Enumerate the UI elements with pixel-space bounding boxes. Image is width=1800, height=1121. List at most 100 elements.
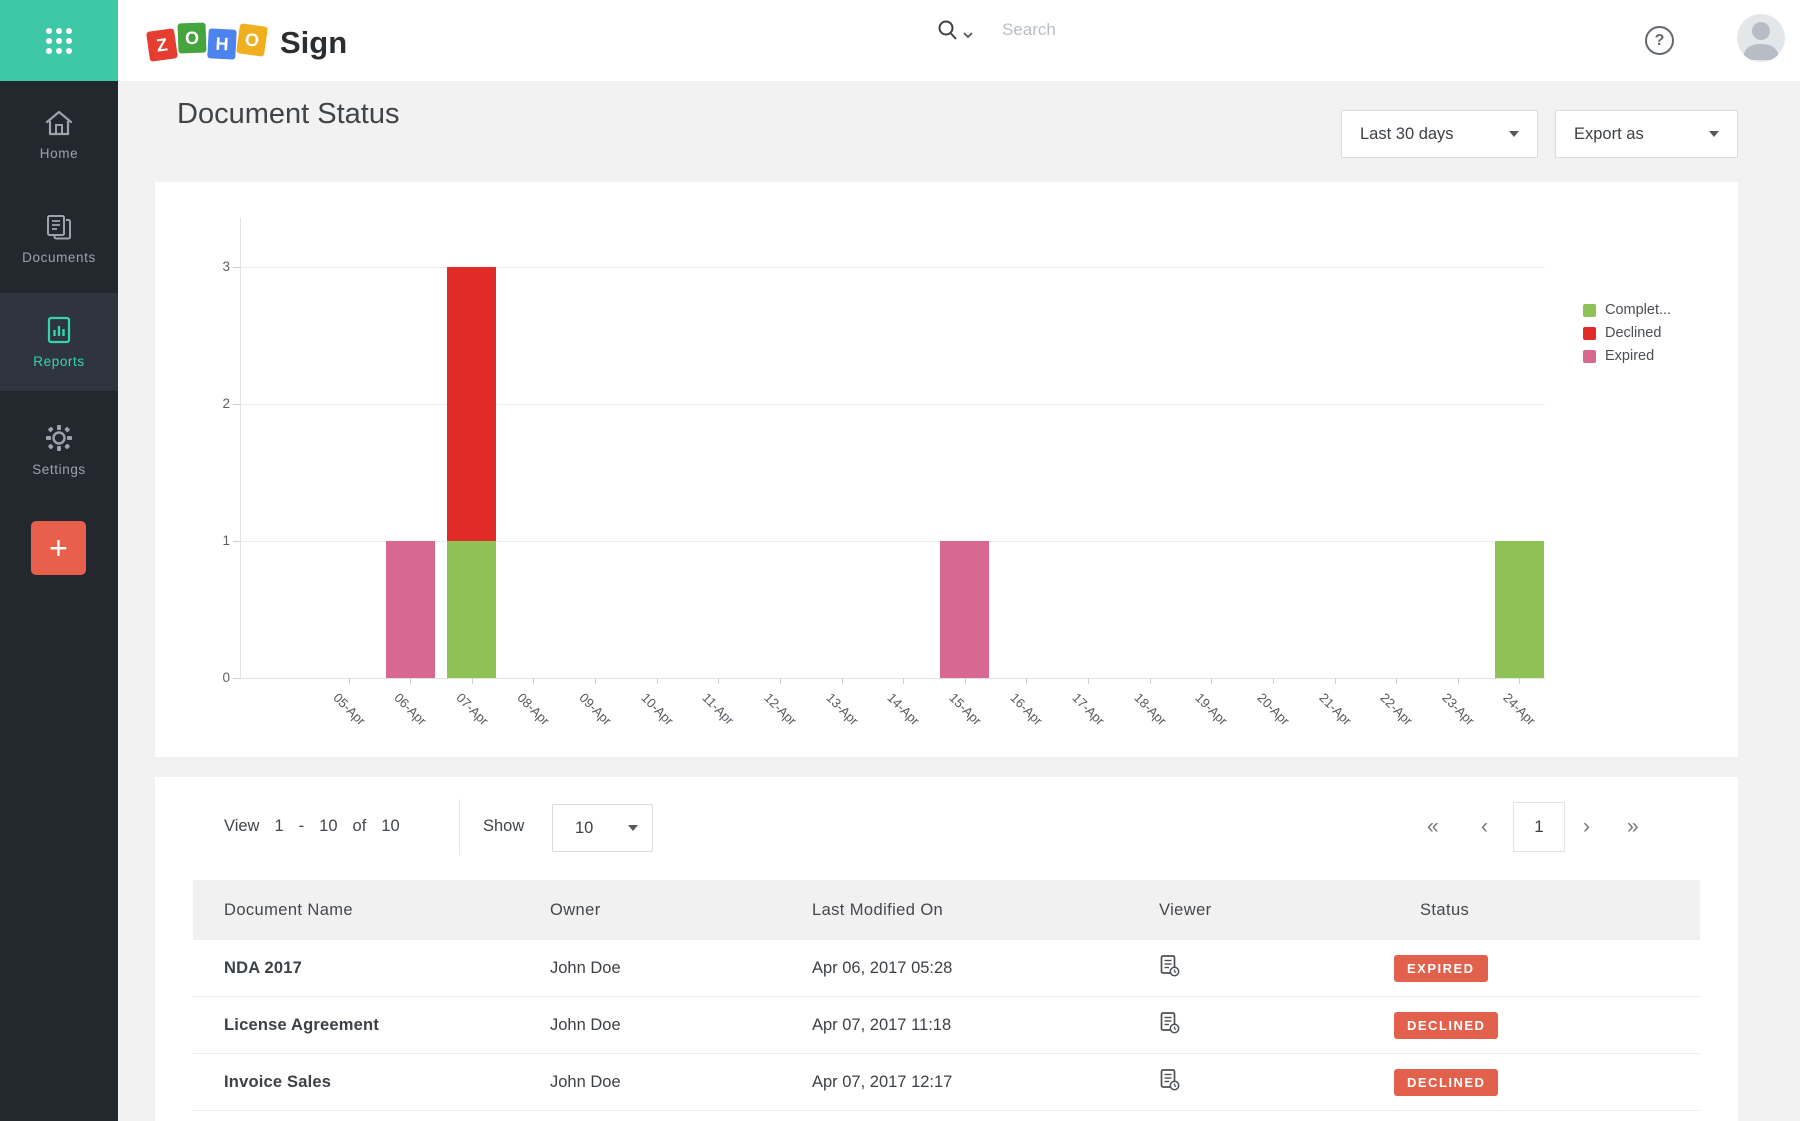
sidebar-item-settings[interactable]: Settings [0, 409, 118, 491]
x-axis-tick [1519, 678, 1520, 684]
view-from: 1 [274, 817, 283, 836]
sidebar-item-reports[interactable]: Reports [0, 293, 118, 391]
show-label: Show [483, 817, 524, 836]
last-modified-cell: Apr 06, 2017 05:28 [812, 959, 1159, 978]
pagination-bar: View 1 - 10 of 10 Show 10 « ‹ 1 › » [155, 777, 1738, 877]
viewer-icon[interactable] [1159, 1011, 1181, 1035]
user-avatar[interactable] [1737, 14, 1785, 62]
search-scope-chevron-icon[interactable] [962, 31, 974, 39]
x-axis-tick [349, 678, 350, 684]
app-launcher-button[interactable] [0, 0, 118, 81]
previous-page-button[interactable]: ‹ [1481, 807, 1488, 847]
legend-label: Complet... [1605, 302, 1671, 318]
logo-tile-z: Z [146, 28, 178, 62]
x-axis-label: 22-Apr [1378, 690, 1416, 728]
x-axis-tick [780, 678, 781, 684]
create-document-button[interactable]: + [31, 521, 86, 575]
x-axis-label: 21-Apr [1316, 690, 1354, 728]
help-glyph: ? [1655, 32, 1665, 50]
legend-swatch [1583, 327, 1596, 340]
zoho-sign-app: Z O H O Sign ? [0, 0, 1800, 1121]
first-page-button[interactable]: « [1427, 807, 1439, 847]
owner-cell: John Doe [550, 1016, 812, 1035]
sidebar: Home Documents Reports [0, 81, 118, 1121]
table-row[interactable]: Invoice Sales John Doe Apr 07, 2017 12:1… [193, 1054, 1700, 1111]
date-range-dropdown[interactable]: Last 30 days [1341, 110, 1538, 158]
x-axis-tick [657, 678, 658, 684]
x-axis-label: 07-Apr [453, 690, 491, 728]
sidebar-item-label: Reports [33, 354, 84, 369]
legend-item-completed[interactable]: Complet... [1583, 302, 1671, 318]
x-axis-label: 12-Apr [761, 690, 799, 728]
documents-table: Document Name Owner Last Modified On Vie… [193, 880, 1700, 1111]
document-name-cell: License Agreement [224, 1016, 550, 1035]
x-axis-tick [1026, 678, 1027, 684]
sidebar-item-label: Home [40, 146, 78, 161]
sidebar-item-documents[interactable]: Documents [0, 199, 118, 279]
global-search [936, 18, 1362, 42]
zoho-sign-logo[interactable]: Z O H O Sign [148, 22, 347, 62]
column-header-status: Status [1420, 901, 1700, 920]
view-to: 10 [319, 817, 337, 836]
document-name-cell: NDA 2017 [224, 959, 550, 978]
last-modified-cell: Apr 07, 2017 11:18 [812, 1016, 1159, 1035]
x-axis-tick [1396, 678, 1397, 684]
bar-completed-24-Apr [1495, 541, 1544, 678]
legend-item-expired[interactable]: Expired [1583, 348, 1671, 364]
sidebar-item-label: Settings [32, 462, 86, 477]
x-axis-tick [1150, 678, 1151, 684]
current-page-box[interactable]: 1 [1513, 802, 1565, 852]
x-axis-label: 18-Apr [1131, 690, 1169, 728]
y-axis-line [240, 218, 241, 678]
divider [459, 799, 460, 855]
search-icon[interactable] [936, 18, 960, 42]
x-axis-tick [1211, 678, 1212, 684]
view-range: View 1 - 10 of 10 [224, 817, 400, 836]
documents-icon [44, 213, 74, 241]
y-axis-label: 3 [200, 259, 230, 274]
table-row[interactable]: NDA 2017 John Doe Apr 06, 2017 05:28 EXP… [193, 940, 1700, 997]
x-axis-tick [1273, 678, 1274, 684]
x-axis-label: 17-Apr [1069, 690, 1107, 728]
page-size-value: 10 [575, 819, 593, 838]
legend-label: Declined [1605, 325, 1661, 341]
column-header-document-name: Document Name [224, 901, 550, 920]
bar-expired-15-Apr [940, 541, 989, 678]
sidebar-item-home[interactable]: Home [0, 95, 118, 175]
document-name-cell: Invoice Sales [224, 1073, 550, 1092]
export-as-dropdown[interactable]: Export as [1555, 110, 1738, 158]
legend-swatch [1583, 304, 1596, 317]
y-axis-tick [233, 267, 240, 268]
grid-apps-icon [41, 23, 77, 59]
y-axis-label: 2 [200, 396, 230, 411]
x-axis-tick [595, 678, 596, 684]
bar-expired-06-Apr [386, 541, 435, 678]
x-axis-tick [472, 678, 473, 684]
help-icon[interactable]: ? [1645, 26, 1674, 55]
chart-legend: Complet... Declined Expired [1583, 302, 1671, 371]
sidebar-item-label: Documents [22, 250, 96, 265]
export-as-label: Export as [1574, 125, 1644, 144]
column-header-owner: Owner [550, 901, 812, 920]
x-axis-label: 14-Apr [885, 690, 923, 728]
chevron-down-icon [1709, 131, 1719, 137]
last-page-button[interactable]: » [1627, 807, 1639, 847]
viewer-icon[interactable] [1159, 1068, 1181, 1092]
next-page-button[interactable]: › [1583, 807, 1590, 847]
x-axis-label: 11-Apr [700, 690, 738, 728]
x-axis-label: 08-Apr [515, 690, 553, 728]
logo-tile-o1: O [177, 23, 206, 54]
search-input[interactable] [1002, 20, 1362, 40]
documents-table-panel: View 1 - 10 of 10 Show 10 « ‹ 1 › » Docu… [155, 777, 1738, 1121]
x-axis-tick [1335, 678, 1336, 684]
table-row[interactable]: License Agreement John Doe Apr 07, 2017 … [193, 997, 1700, 1054]
x-axis-tick [410, 678, 411, 684]
viewer-icon[interactable] [1159, 954, 1181, 978]
legend-item-declined[interactable]: Declined [1583, 325, 1671, 341]
x-axis-label: 24-Apr [1501, 690, 1539, 728]
page-size-select[interactable]: 10 [552, 804, 653, 852]
x-axis-label: 13-Apr [823, 690, 861, 728]
x-axis-label: 19-Apr [1193, 690, 1231, 728]
x-axis-tick [903, 678, 904, 684]
chevron-down-icon [1509, 131, 1519, 137]
